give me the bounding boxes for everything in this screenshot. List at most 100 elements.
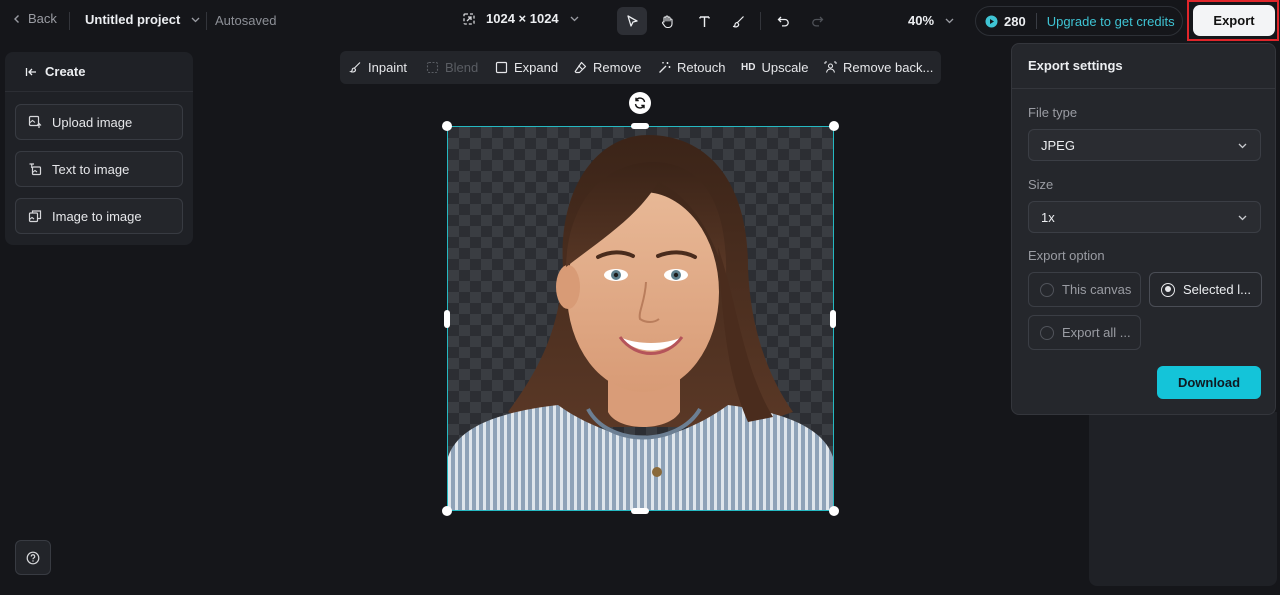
hd-icon: HD <box>741 62 756 73</box>
text-to-image-icon <box>29 163 42 176</box>
option-selected-layers[interactable]: Selected l... <box>1149 272 1262 307</box>
help-button[interactable] <box>15 540 51 575</box>
image-to-image-label: Image to image <box>52 208 142 224</box>
option-selected-label: Selected l... <box>1183 282 1251 297</box>
resize-handle[interactable] <box>631 508 649 514</box>
portrait-image <box>448 135 833 510</box>
help-icon <box>26 551 40 564</box>
retouch-tool[interactable]: Retouch <box>658 60 725 75</box>
radio-icon <box>1040 325 1054 340</box>
create-panel: Create Upload image Text to image Image … <box>5 52 193 245</box>
inpaint-icon <box>349 62 361 73</box>
back-button[interactable]: Back <box>12 11 57 26</box>
collapse-left-icon <box>25 67 36 76</box>
back-label: Back <box>28 11 57 26</box>
image-tools-bar: Inpaint Blend Expand Remove Retouch HD U… <box>340 51 941 84</box>
divider <box>1012 88 1275 89</box>
select-tool-button[interactable] <box>617 7 647 35</box>
upload-image-button[interactable]: Upload image <box>15 104 183 140</box>
export-settings-title: Export settings <box>1028 58 1123 73</box>
option-this-canvas-label: This canvas <box>1062 282 1132 297</box>
brush-icon <box>732 15 744 27</box>
top-bar: Back Untitled project Autosaved 1024 × 1… <box>0 0 1280 42</box>
remove-tool[interactable]: Remove <box>574 60 641 75</box>
credits-count: 280 <box>1004 13 1026 29</box>
create-panel-title: Create <box>45 64 86 79</box>
credits-pill[interactable]: 280 Upgrade to get credits <box>975 6 1183 36</box>
divider <box>760 12 761 30</box>
option-this-canvas[interactable]: This canvas <box>1028 272 1141 307</box>
size-select[interactable]: 1x <box>1028 201 1261 233</box>
text-to-image-button[interactable]: Text to image <box>15 151 183 187</box>
resize-handle[interactable] <box>442 121 452 131</box>
resize-handle[interactable] <box>631 123 649 129</box>
expand-label: Expand <box>514 60 559 75</box>
rotate-icon <box>634 97 646 109</box>
expand-icon <box>495 61 508 74</box>
radio-selected-icon <box>1161 282 1175 297</box>
file-type-select[interactable]: JPEG <box>1028 129 1261 161</box>
canvas-size-dropdown[interactable]: 1024 × 1024 <box>462 11 580 26</box>
redo-button[interactable] <box>802 7 832 35</box>
size-label: Size <box>1028 177 1054 192</box>
canvas-size: 1024 × 1024 <box>486 11 559 26</box>
selected-image-layer[interactable] <box>447 126 834 511</box>
upload-image-label: Upload image <box>52 114 133 130</box>
upscale-tool[interactable]: HD Upscale <box>741 60 808 75</box>
undo-button[interactable] <box>768 7 798 35</box>
upscale-label: Upscale <box>761 60 809 75</box>
export-settings-panel: Export settings File type JPEG Size 1x E… <box>1011 43 1276 415</box>
upgrade-link[interactable]: Upgrade to get credits <box>1047 14 1175 29</box>
file-type-label: File type <box>1028 105 1078 120</box>
save-status: Autosaved <box>215 13 277 28</box>
undo-icon <box>777 16 789 27</box>
export-option-label: Export option <box>1028 248 1105 263</box>
credits-icon <box>985 15 998 27</box>
zoom-level: 40% <box>908 13 935 28</box>
expand-tool[interactable]: Expand <box>495 60 558 75</box>
divider <box>206 12 207 30</box>
size-value: 1x <box>1041 209 1055 225</box>
upload-image-icon <box>28 115 42 128</box>
remove-label: Remove <box>593 60 642 75</box>
hand-tool-button[interactable] <box>652 7 682 35</box>
rotate-handle[interactable] <box>629 92 651 114</box>
resize-icon <box>463 12 475 25</box>
resize-handle[interactable] <box>444 310 450 328</box>
blend-label: Blend <box>445 60 479 75</box>
image-to-image-button[interactable]: Image to image <box>15 198 183 234</box>
brush-tool-button[interactable] <box>723 7 753 35</box>
remove-background-label: Remove back... <box>843 60 934 75</box>
chevron-left-icon <box>14 14 19 23</box>
text-to-image-label: Text to image <box>52 161 130 177</box>
resize-handle[interactable] <box>830 310 836 328</box>
blend-tool[interactable]: Blend <box>426 60 478 75</box>
remove-background-icon <box>824 61 837 73</box>
divider <box>69 12 70 30</box>
inpaint-tool[interactable]: Inpaint <box>349 60 407 75</box>
magic-wand-icon <box>659 62 671 73</box>
create-panel-header[interactable]: Create <box>5 52 193 92</box>
eraser-icon <box>574 61 587 74</box>
remove-background-tool[interactable]: Remove back... <box>824 60 933 75</box>
chevron-down-icon <box>570 16 579 22</box>
resize-handle[interactable] <box>829 121 839 131</box>
option-export-all-label: Export all ... <box>1062 325 1131 340</box>
text-tool-button[interactable] <box>689 7 719 35</box>
file-type-value: JPEG <box>1041 137 1075 153</box>
resize-handle[interactable] <box>829 506 839 516</box>
text-icon <box>698 15 710 27</box>
download-button[interactable]: Download <box>1157 366 1261 399</box>
resize-handle[interactable] <box>442 506 452 516</box>
divider <box>1035 13 1037 29</box>
hand-icon <box>661 14 673 28</box>
chevron-down-icon <box>1238 143 1247 148</box>
chevron-down-icon <box>1238 215 1247 220</box>
inpaint-label: Inpaint <box>368 60 408 75</box>
project-name: Untitled project <box>85 12 181 27</box>
retouch-label: Retouch <box>677 60 726 75</box>
zoom-dropdown[interactable]: 40% <box>908 13 955 28</box>
project-name-dropdown[interactable]: Untitled project <box>85 12 201 27</box>
export-button[interactable]: Export <box>1193 5 1275 36</box>
option-export-all[interactable]: Export all ... <box>1028 315 1141 350</box>
